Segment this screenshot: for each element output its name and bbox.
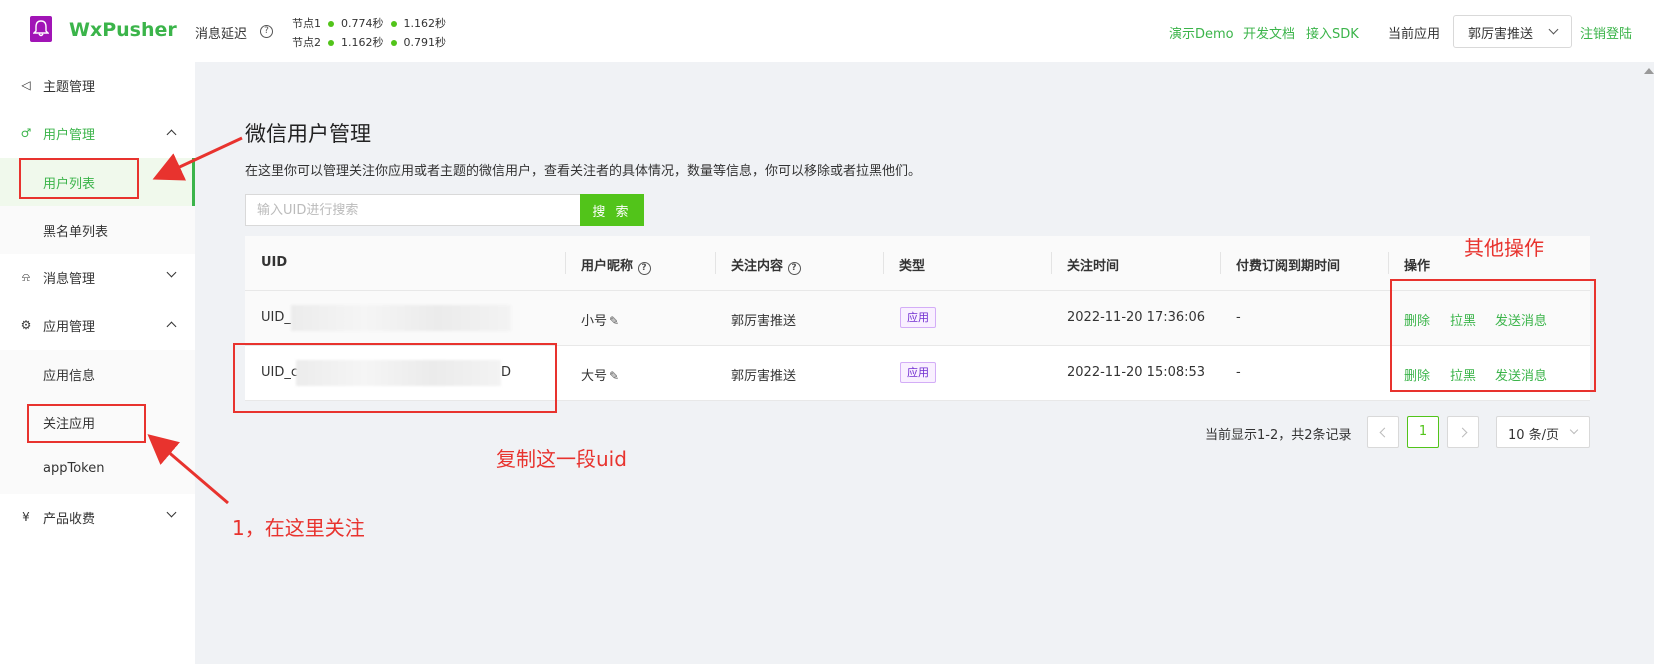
- annotation-arrows: [147, 136, 243, 505]
- annotation-copy-uid: 复制这一段uid: [496, 447, 627, 471]
- annotation-other-ops: 其他操作: [1464, 236, 1544, 260]
- annotation-follow-here: 1，在这里关注: [232, 516, 365, 540]
